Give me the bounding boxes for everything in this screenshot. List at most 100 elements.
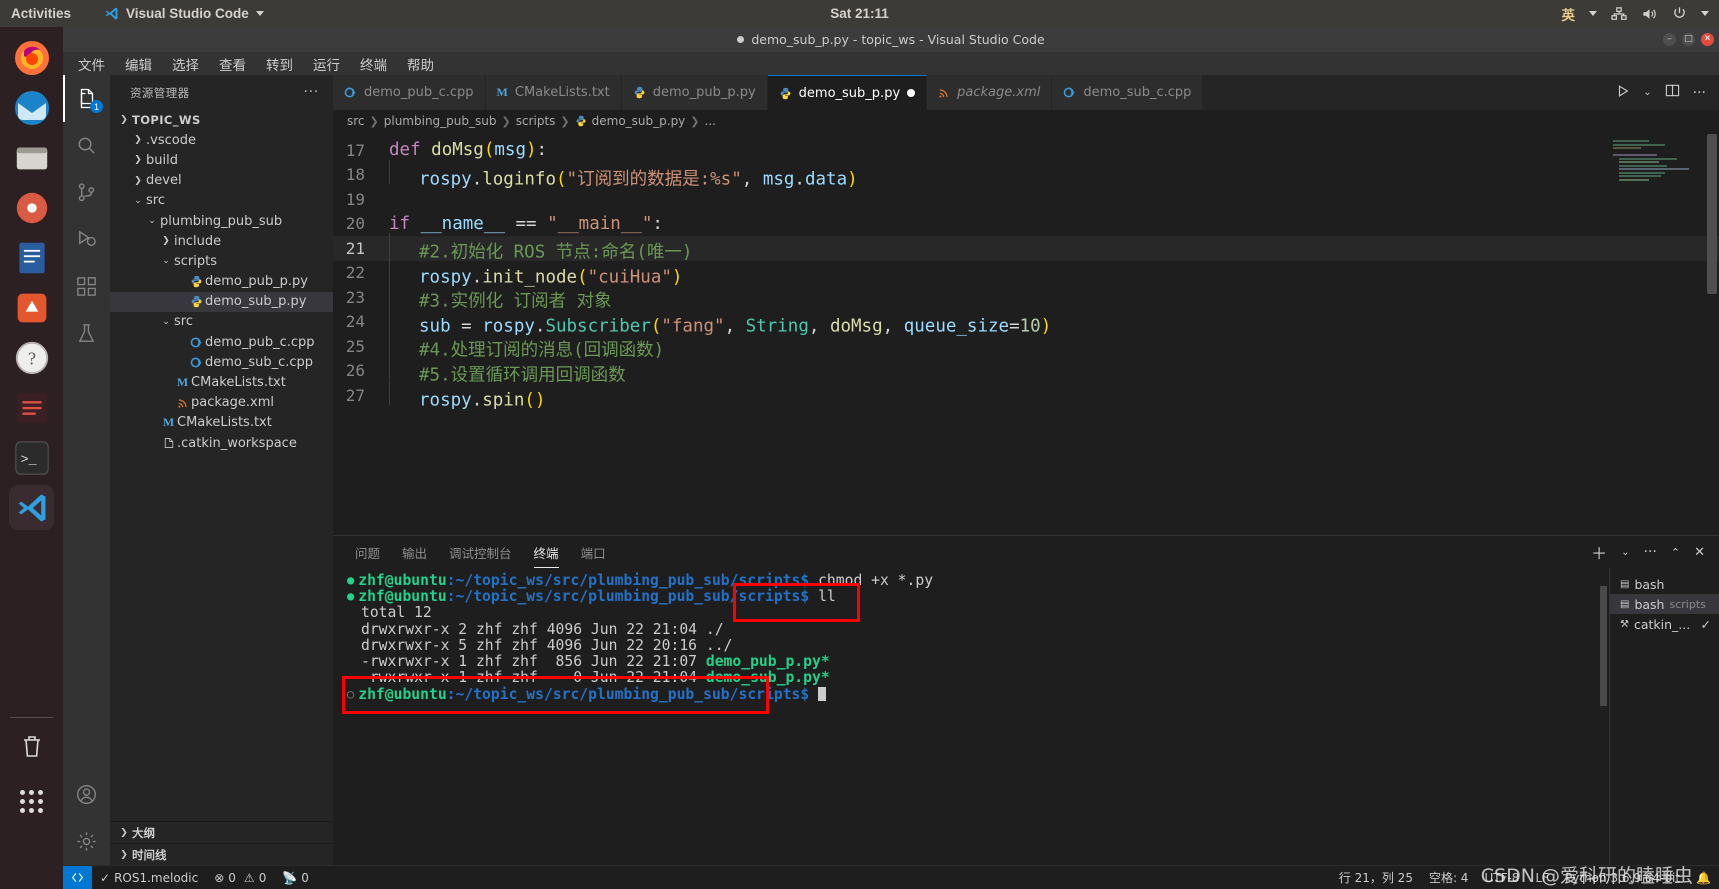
breadcrumb-scripts[interactable]: scripts bbox=[516, 114, 556, 128]
activity-extensions-icon[interactable] bbox=[63, 263, 110, 310]
sidebar-section-timeline[interactable]: ❯ 时间线 bbox=[110, 843, 333, 865]
editor-more-actions-icon[interactable]: ··· bbox=[1693, 85, 1706, 101]
status-cursor-position[interactable]: 行 21，列 25 bbox=[1331, 869, 1421, 886]
maximize-button[interactable]: □ bbox=[1682, 33, 1695, 46]
breadcrumb-symbol[interactable]: ... bbox=[705, 114, 716, 128]
dock-firefox-icon[interactable] bbox=[9, 35, 54, 80]
menu-run[interactable]: 运行 bbox=[310, 53, 343, 75]
sidebar-section-outline[interactable]: ❯ 大纲 bbox=[110, 821, 333, 843]
dock-rhythmbox-icon[interactable] bbox=[9, 185, 54, 230]
status-encoding[interactable]: UTF-8 bbox=[1476, 871, 1527, 885]
panel-more-actions-icon[interactable]: ··· bbox=[1644, 544, 1657, 560]
activity-explorer-icon[interactable]: 1 bbox=[63, 75, 110, 122]
breadcrumb-plumbing-pub-sub[interactable]: plumbing_pub_sub bbox=[384, 114, 497, 128]
remote-window-icon[interactable] bbox=[63, 865, 92, 889]
tree-item-src[interactable]: ⌄ src bbox=[110, 312, 333, 332]
volume-icon[interactable] bbox=[1641, 7, 1658, 21]
network-icon[interactable] bbox=[1611, 6, 1627, 21]
dock-retro-icon[interactable] bbox=[9, 385, 54, 430]
active-app-menu[interactable]: Visual Studio Code bbox=[104, 6, 264, 21]
terminal-scrollbar[interactable] bbox=[1600, 586, 1607, 706]
run-chevron-down-icon[interactable]: ⌄ bbox=[1643, 87, 1651, 98]
panel-tab-terminal[interactable]: 终端 bbox=[533, 536, 559, 568]
status-radio[interactable]: 📡 0 bbox=[274, 871, 317, 885]
file-tree[interactable]: ❯ TOPIC_WS ❯ .vscode ❯ build ❯ devel ⌄ src ⌄ plum… bbox=[110, 110, 333, 821]
tree-item-package-xml[interactable]: package.xml bbox=[110, 393, 333, 413]
panel-tab-debug-console[interactable]: 调试控制台 bbox=[449, 536, 512, 568]
split-editor-icon[interactable] bbox=[1665, 83, 1680, 102]
terminal-item-bash-2[interactable]: ▤ bash scripts bbox=[1610, 594, 1719, 614]
editor-minimap[interactable] bbox=[1609, 132, 1705, 535]
panel-tab-output[interactable]: 输出 bbox=[402, 536, 427, 568]
breadcrumb-src[interactable]: src bbox=[347, 114, 365, 128]
menu-help[interactable]: 帮助 bbox=[404, 53, 437, 75]
power-icon[interactable] bbox=[1672, 6, 1687, 21]
menu-selection[interactable]: 选择 bbox=[169, 53, 202, 75]
system-menu-chevron-down-icon[interactable] bbox=[1701, 11, 1709, 16]
code-line-27[interactable]: 27 rospy.spin() bbox=[333, 380, 1719, 410]
dock-thunderbird-icon[interactable] bbox=[9, 85, 54, 130]
tree-item-scripts[interactable]: ⌄ scripts bbox=[110, 251, 333, 271]
status-indentation[interactable]: 空格: 4 bbox=[1421, 869, 1477, 886]
sidebar-more-actions-icon[interactable]: ··· bbox=[304, 85, 319, 100]
activities-button[interactable]: Activities bbox=[11, 6, 71, 21]
status-language-mode[interactable]: Python 3.6.9 64-bit bbox=[1557, 871, 1688, 885]
tree-item-cmakelists-txt[interactable]: M CMakeLists.txt bbox=[110, 413, 333, 433]
code-editor[interactable]: 17 def doMsg(msg): 18 rospy.loginfo("订阅到的数据… bbox=[333, 132, 1719, 535]
tree-item-build[interactable]: ❯ build bbox=[110, 150, 333, 170]
tree-item-demo-sub-c-cpp[interactable]: demo_sub_c.cpp bbox=[110, 352, 333, 372]
tab-demo-pub-p-py[interactable]: demo_pub_p.py bbox=[621, 75, 768, 110]
notifications-bell-icon[interactable]: 🔔 bbox=[1688, 871, 1719, 885]
terminal-output[interactable]: ● zhf@ubuntu:~/topic_ws/src/plumbing_pub_… bbox=[333, 568, 1609, 865]
editor-scrollbar-thumb[interactable] bbox=[1707, 134, 1717, 294]
tab-modified-dot-icon[interactable] bbox=[907, 89, 916, 97]
close-button[interactable]: ✕ bbox=[1701, 33, 1714, 46]
tab-demo-sub-c-cpp[interactable]: demo_sub_c.cpp bbox=[1052, 75, 1204, 110]
tree-item-devel[interactable]: ❯ devel bbox=[110, 171, 333, 191]
input-language-indicator[interactable]: 英 bbox=[1562, 4, 1576, 24]
split-terminal-chevron-down-icon[interactable]: ⌄ bbox=[1621, 547, 1629, 558]
menu-go[interactable]: 转到 bbox=[263, 53, 296, 75]
code-line-18[interactable]: 18 rospy.loginfo("订阅到的数据是:%s", msg.data) bbox=[333, 159, 1719, 189]
language-chevron-down-icon[interactable] bbox=[1589, 11, 1597, 16]
breadcrumb[interactable]: src ❯ plumbing_pub_sub ❯ scripts ❯ demo_… bbox=[333, 110, 1719, 132]
activity-account-icon[interactable] bbox=[63, 771, 110, 818]
activity-run-debug-icon[interactable] bbox=[63, 216, 110, 263]
dock-trash-icon[interactable] bbox=[9, 724, 54, 769]
dock-terminal-icon[interactable]: >_ bbox=[9, 435, 54, 480]
status-ros-version[interactable]: ✓ ROS1.melodic bbox=[92, 871, 206, 885]
tree-item-include[interactable]: ❯ include bbox=[110, 231, 333, 251]
activity-source-control-icon[interactable] bbox=[63, 169, 110, 216]
menu-edit[interactable]: 编辑 bbox=[122, 53, 155, 75]
tree-item-plumbing-pub-sub[interactable]: ⌄ plumbing_pub_sub bbox=[110, 211, 333, 231]
breadcrumb-demo-sub-p-py[interactable]: demo_sub_p.py bbox=[592, 114, 686, 128]
run-play-icon[interactable] bbox=[1616, 84, 1630, 102]
code-line-19[interactable]: 19 bbox=[333, 187, 1719, 212]
panel-tab-problems[interactable]: 问题 bbox=[355, 536, 380, 568]
terminal-item-bash-1[interactable]: ▤ bash bbox=[1610, 574, 1719, 594]
dock-vscode-icon[interactable] bbox=[9, 485, 54, 530]
tree-item-demo-pub-c-cpp[interactable]: demo_pub_c.cpp bbox=[110, 332, 333, 352]
dock-software-icon[interactable] bbox=[9, 285, 54, 330]
status-problems[interactable]: ⊗ 0 ⚠ 0 bbox=[206, 871, 274, 885]
menu-terminal[interactable]: 终端 bbox=[357, 53, 390, 75]
tree-root-topic-ws[interactable]: ❯ TOPIC_WS bbox=[110, 110, 333, 130]
dock-files-icon[interactable] bbox=[9, 135, 54, 180]
minimize-button[interactable]: – bbox=[1663, 33, 1676, 46]
activity-settings-gear-icon[interactable] bbox=[63, 818, 110, 865]
code-line-23[interactable]: 23 #3.实例化 订阅者 对象 bbox=[333, 282, 1719, 312]
activity-search-icon[interactable] bbox=[63, 122, 110, 169]
tree-item-cmakelists-txt[interactable]: M CMakeLists.txt bbox=[110, 372, 333, 392]
close-panel-icon[interactable]: ✕ bbox=[1694, 545, 1705, 560]
code-line-21[interactable]: 21 #2.初始化 ROS 节点:命名(唯一) bbox=[333, 233, 1719, 263]
add-terminal-icon[interactable]: ＋ bbox=[1591, 540, 1607, 564]
status-eol[interactable]: LF bbox=[1527, 871, 1557, 885]
tab-demo-pub-c-cpp[interactable]: demo_pub_c.cpp bbox=[333, 75, 486, 110]
terminal-item-catkin[interactable]: ⚒ catkin_... ✓ bbox=[1610, 614, 1719, 634]
tree-item-demo-pub-p-py[interactable]: demo_pub_p.py bbox=[110, 272, 333, 292]
menu-view[interactable]: 查看 bbox=[216, 53, 249, 75]
maximize-panel-icon[interactable]: ⌃ bbox=[1671, 546, 1680, 559]
tree-item-src[interactable]: ⌄ src bbox=[110, 191, 333, 211]
tree-item-demo-sub-p-py[interactable]: demo_sub_p.py bbox=[110, 291, 333, 312]
tab-package-xml[interactable]: package.xml bbox=[927, 75, 1053, 110]
